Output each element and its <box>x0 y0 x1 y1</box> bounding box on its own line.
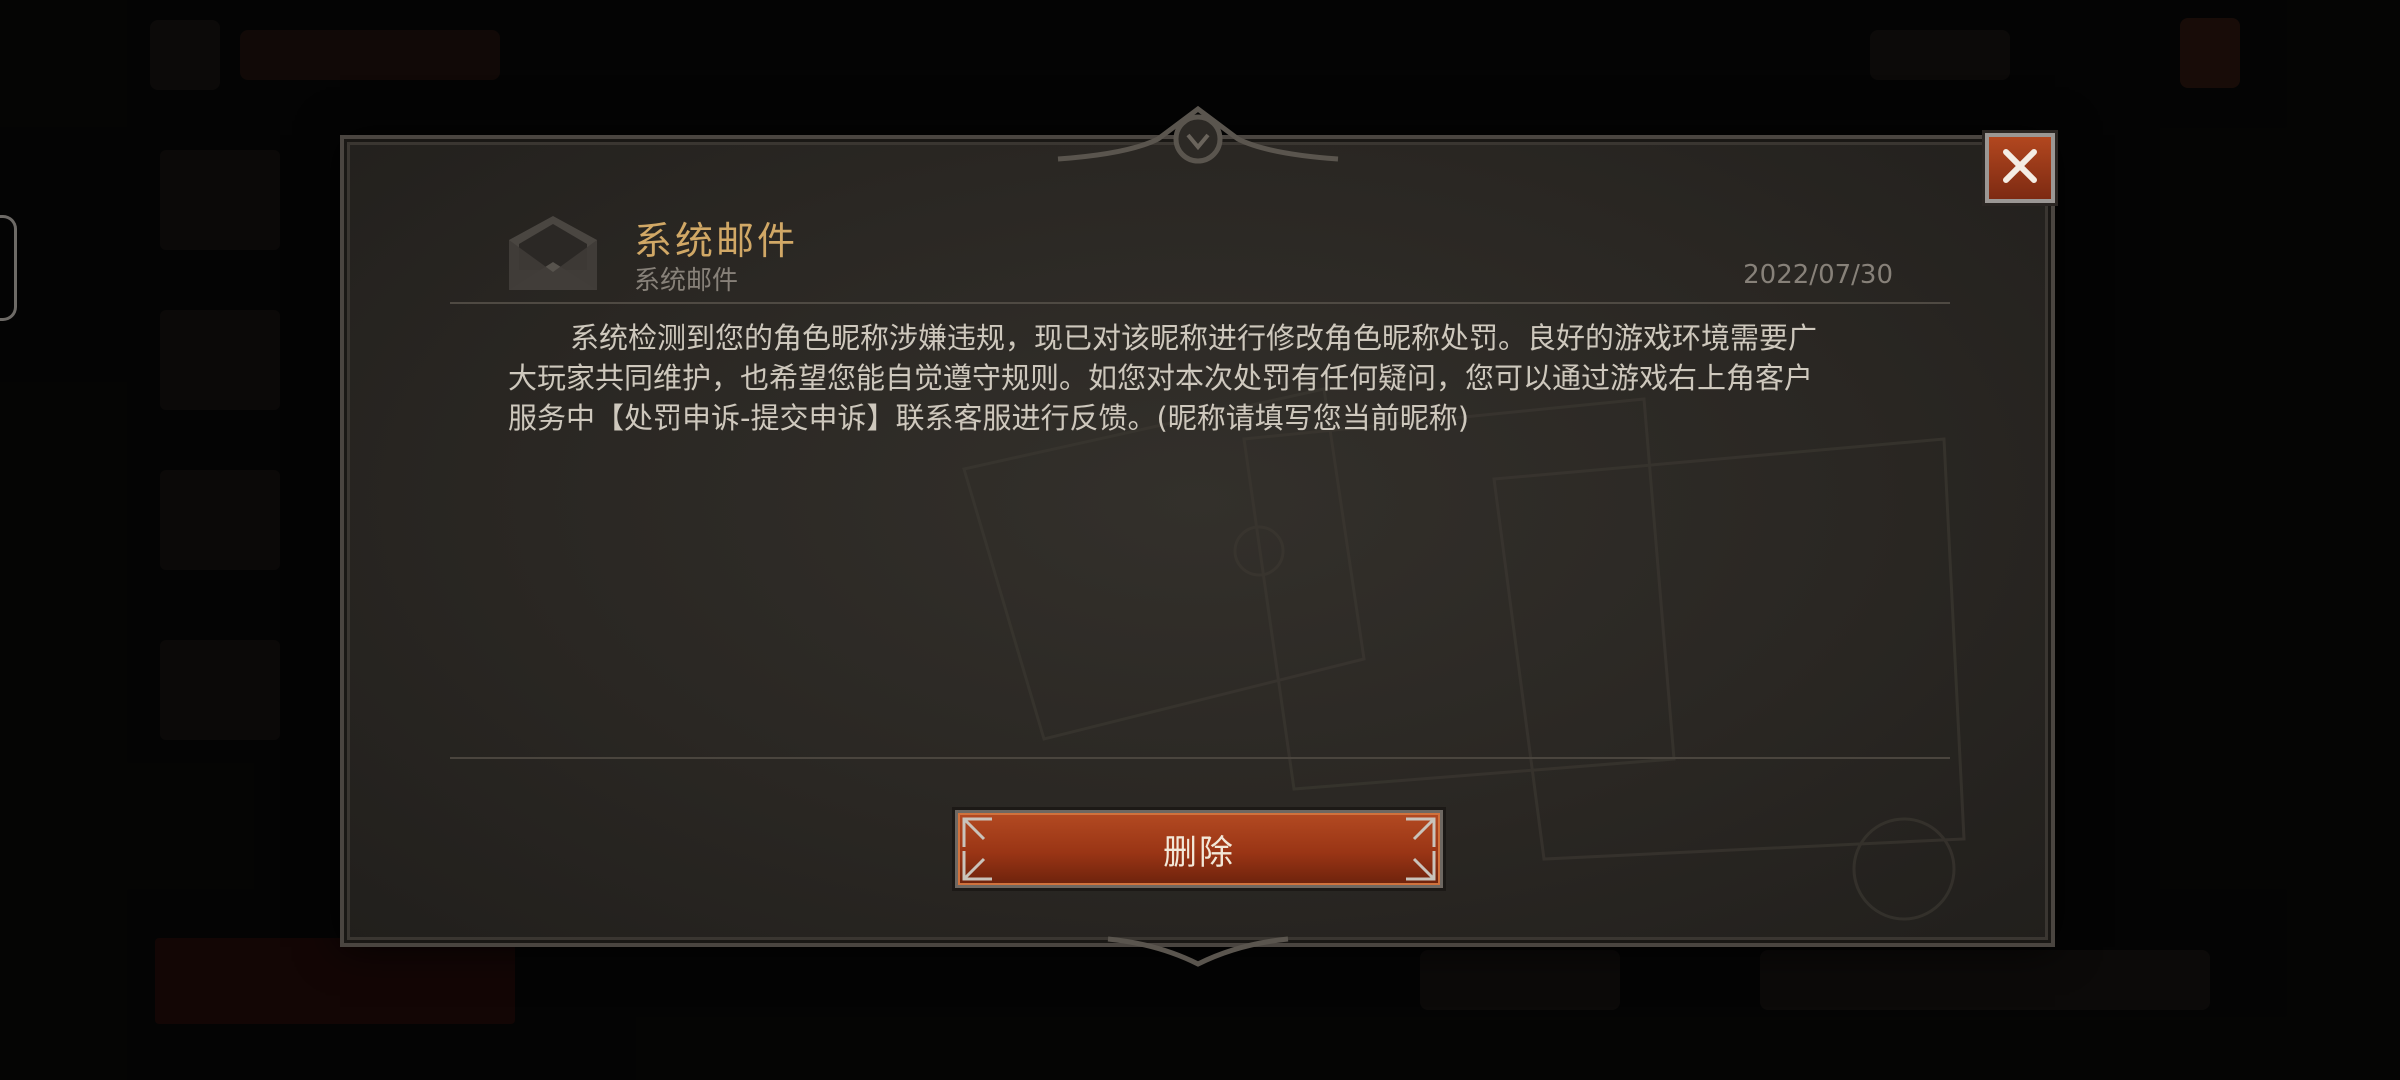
mail-sender: 系统邮件 <box>634 266 739 296</box>
corner-ornament-icon <box>1406 851 1436 881</box>
mail-date: 2022/07/30 <box>1743 260 1893 290</box>
bottom-ornament <box>1098 929 1298 973</box>
mail-body-text: 系统检测到您的角色昵称涉嫌违规，现已对该昵称进行修改角色昵称处罚。良好的游戏环境… <box>508 321 1818 435</box>
header-divider <box>450 302 1950 304</box>
close-icon <box>2000 146 2040 190</box>
footer-divider <box>450 757 1950 759</box>
delete-button-label: 删除 <box>1163 832 1235 873</box>
corner-ornament-icon <box>962 851 992 881</box>
close-button[interactable] <box>1985 133 2055 203</box>
delete-button[interactable]: 删除 <box>955 810 1443 888</box>
edge-swipe-handle[interactable] <box>0 215 17 321</box>
corner-ornament-icon <box>1406 817 1436 847</box>
envelope-icon <box>505 210 601 296</box>
corner-ornament-icon <box>962 817 992 847</box>
mail-title: 系统邮件 <box>634 219 799 263</box>
top-ornament <box>1048 99 1348 183</box>
